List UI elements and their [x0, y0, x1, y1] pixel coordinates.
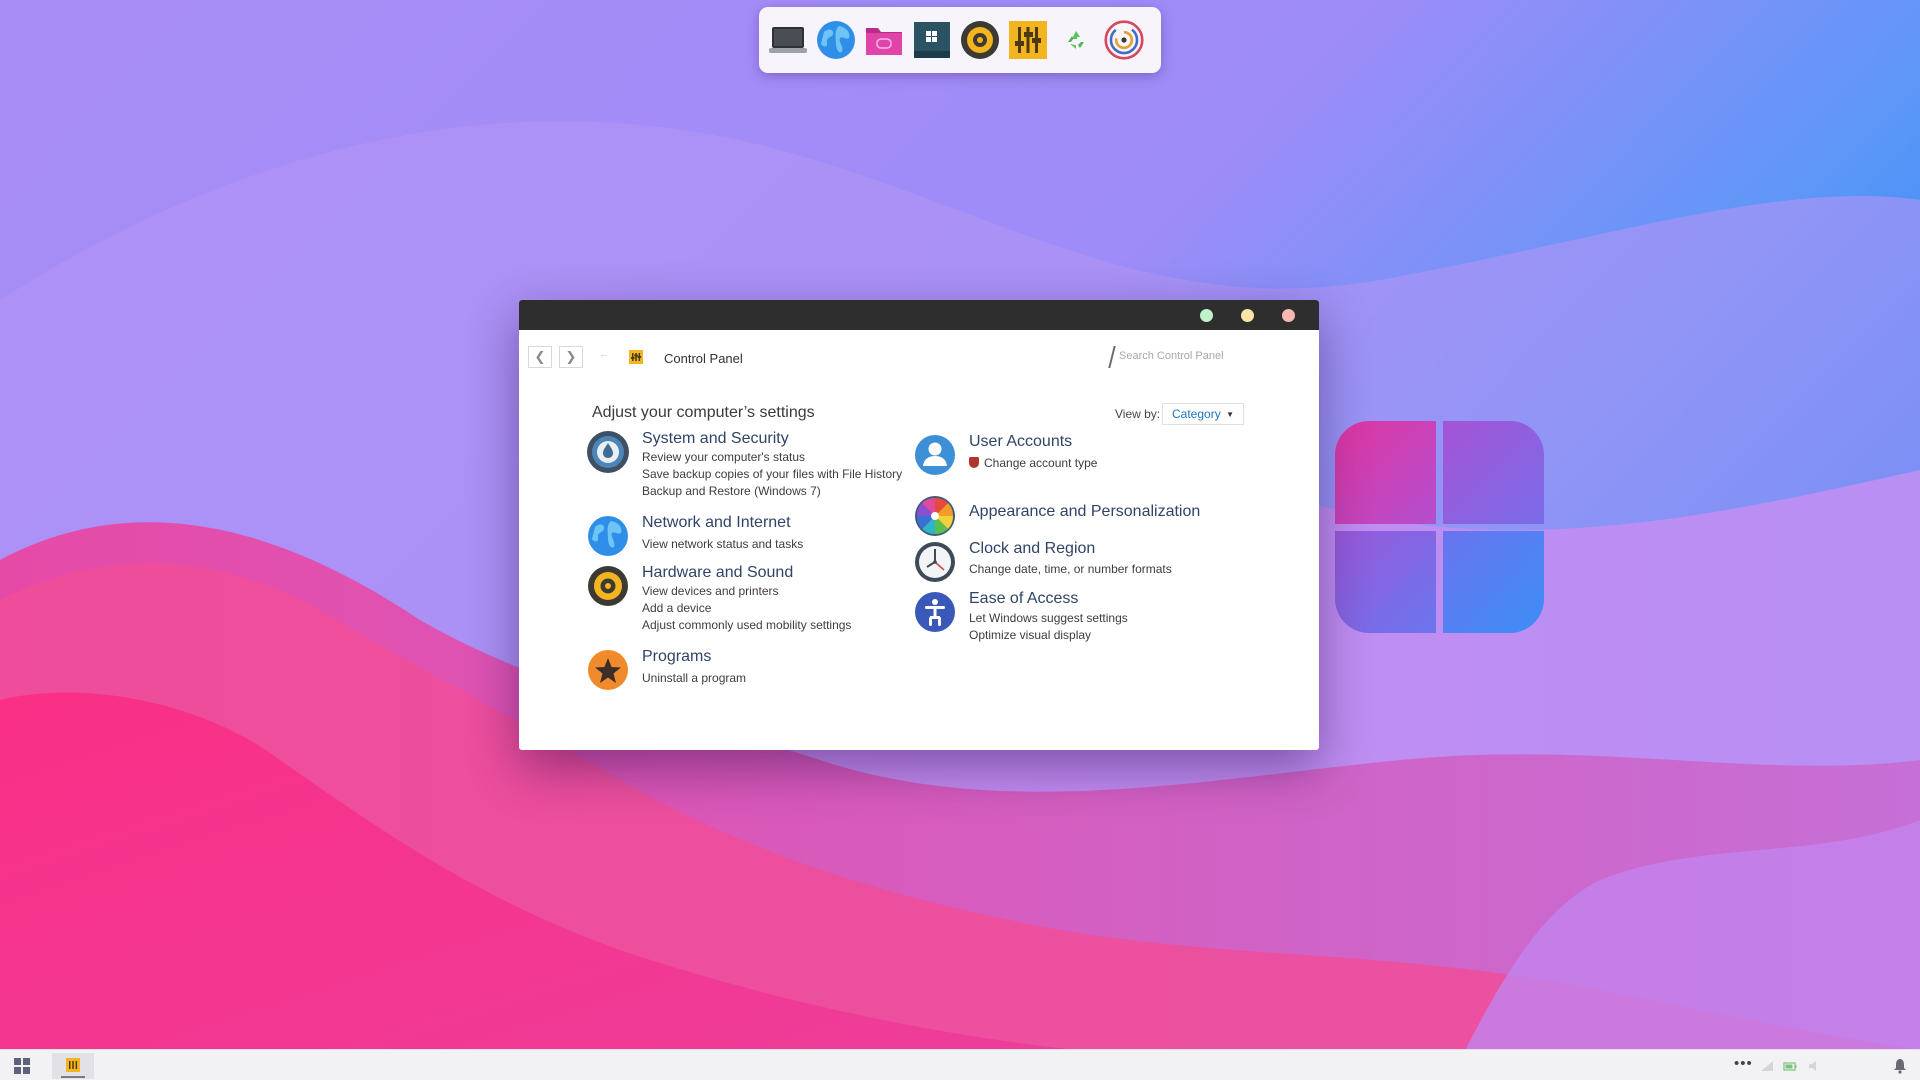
category-link[interactable]: Review your computer's status — [642, 450, 805, 464]
notification-bell-icon[interactable] — [1893, 1058, 1907, 1074]
accessibility-icon — [915, 592, 955, 632]
category-link[interactable]: Uninstall a program — [642, 671, 746, 685]
globe-icon — [588, 516, 628, 556]
taskbar-app-control-panel[interactable] — [52, 1053, 94, 1079]
close-button[interactable] — [1282, 309, 1295, 322]
breadcrumb[interactable]: Control Panel — [664, 351, 743, 366]
chevron-right-icon: ❯ — [565, 349, 577, 364]
windows-terminal-icon[interactable] — [912, 18, 952, 62]
category-title[interactable]: User Accounts — [969, 433, 1072, 451]
shield-drop-icon — [587, 431, 629, 473]
speaker-icon[interactable] — [960, 18, 1000, 62]
color-wheel-icon — [915, 496, 955, 536]
forward-button[interactable]: ❯ — [559, 346, 583, 368]
search-box[interactable] — [1108, 344, 1309, 368]
category-link[interactable]: Optimize visual display — [969, 628, 1091, 642]
back-button[interactable]: ❮ — [528, 346, 552, 368]
category-link[interactable]: Add a device — [642, 601, 711, 615]
minimize-button[interactable] — [1200, 309, 1213, 322]
games-folder-icon[interactable] — [864, 18, 904, 62]
taskbar: ••• — [0, 1049, 1920, 1080]
laptop-icon[interactable] — [768, 18, 808, 62]
chevron-down-icon: ▼ — [1226, 410, 1234, 419]
control-panel-icon — [629, 350, 643, 364]
clock-icon — [915, 542, 955, 582]
category-link[interactable]: Save backup copies of your files with Fi… — [642, 467, 902, 481]
search-input[interactable] — [1119, 347, 1304, 365]
category-link[interactable]: Let Windows suggest settings — [969, 611, 1128, 625]
category-title[interactable]: Appearance and Personalization — [969, 503, 1200, 521]
control-panel-window: ❮ ❯ ← Control Panel Adjust your computer… — [519, 300, 1319, 750]
category-title[interactable]: System and Security — [642, 430, 789, 448]
chevron-left-icon: ❮ — [534, 349, 546, 364]
view-by-label: View by: — [1115, 407, 1161, 421]
start-grid-cell — [23, 1067, 30, 1074]
category-link[interactable]: View network status and tasks — [642, 537, 803, 551]
equalizer-icon[interactable] — [1008, 18, 1048, 62]
search-caret — [1108, 346, 1116, 368]
windows-logo-tile — [1335, 421, 1436, 524]
control-panel-icon — [66, 1058, 80, 1072]
uac-shield-icon — [969, 457, 979, 468]
category-link[interactable]: Change account type — [969, 456, 1097, 470]
category-title[interactable]: Hardware and Sound — [642, 564, 793, 582]
settings-spiral-icon[interactable] — [1104, 18, 1144, 62]
address-bar: ❮ ❯ ← Control Panel — [519, 330, 1319, 380]
network-icon[interactable] — [1760, 1060, 1774, 1072]
globe-icon[interactable] — [816, 18, 856, 62]
windows-logo-tile — [1335, 530, 1436, 633]
view-by-selected: Category — [1172, 407, 1221, 421]
page-heading: Adjust your computer’s settings — [592, 404, 815, 421]
start-grid-icon[interactable] — [14, 1058, 30, 1074]
category-title[interactable]: Network and Internet — [642, 514, 791, 532]
category-title[interactable]: Ease of Access — [969, 590, 1078, 608]
category-link[interactable]: View devices and printers — [642, 584, 779, 598]
app-dock — [759, 7, 1161, 73]
windows-logo — [1335, 421, 1544, 633]
star-icon — [588, 650, 628, 690]
category-link-label: Change account type — [984, 456, 1098, 470]
battery-icon[interactable] — [1783, 1060, 1797, 1072]
recycle-bin-icon[interactable] — [1056, 18, 1096, 62]
running-indicator — [61, 1076, 85, 1078]
window-titlebar[interactable] — [519, 300, 1319, 330]
category-title[interactable]: Clock and Region — [969, 540, 1095, 558]
category-link[interactable]: Adjust commonly used mobility settings — [642, 618, 851, 632]
up-arrow-icon[interactable]: ← — [599, 349, 608, 359]
volume-icon[interactable] — [1808, 1060, 1822, 1072]
maximize-button[interactable] — [1241, 309, 1254, 322]
start-grid-cell — [23, 1058, 30, 1065]
view-by-dropdown[interactable]: Category ▼ — [1162, 403, 1244, 425]
start-grid-cell — [14, 1058, 21, 1065]
windows-logo-tile — [1443, 530, 1544, 633]
tray-overflow-button[interactable]: ••• — [1734, 1055, 1753, 1072]
category-link[interactable]: Backup and Restore (Windows 7) — [642, 484, 821, 498]
category-title[interactable]: Programs — [642, 648, 711, 666]
clock-area[interactable] — [1835, 1059, 1881, 1071]
windows-logo-tile — [1443, 421, 1544, 524]
user-icon — [915, 435, 955, 475]
speaker-icon — [588, 566, 628, 606]
start-grid-cell — [14, 1067, 21, 1074]
category-link[interactable]: Change date, time, or number formats — [969, 562, 1172, 576]
